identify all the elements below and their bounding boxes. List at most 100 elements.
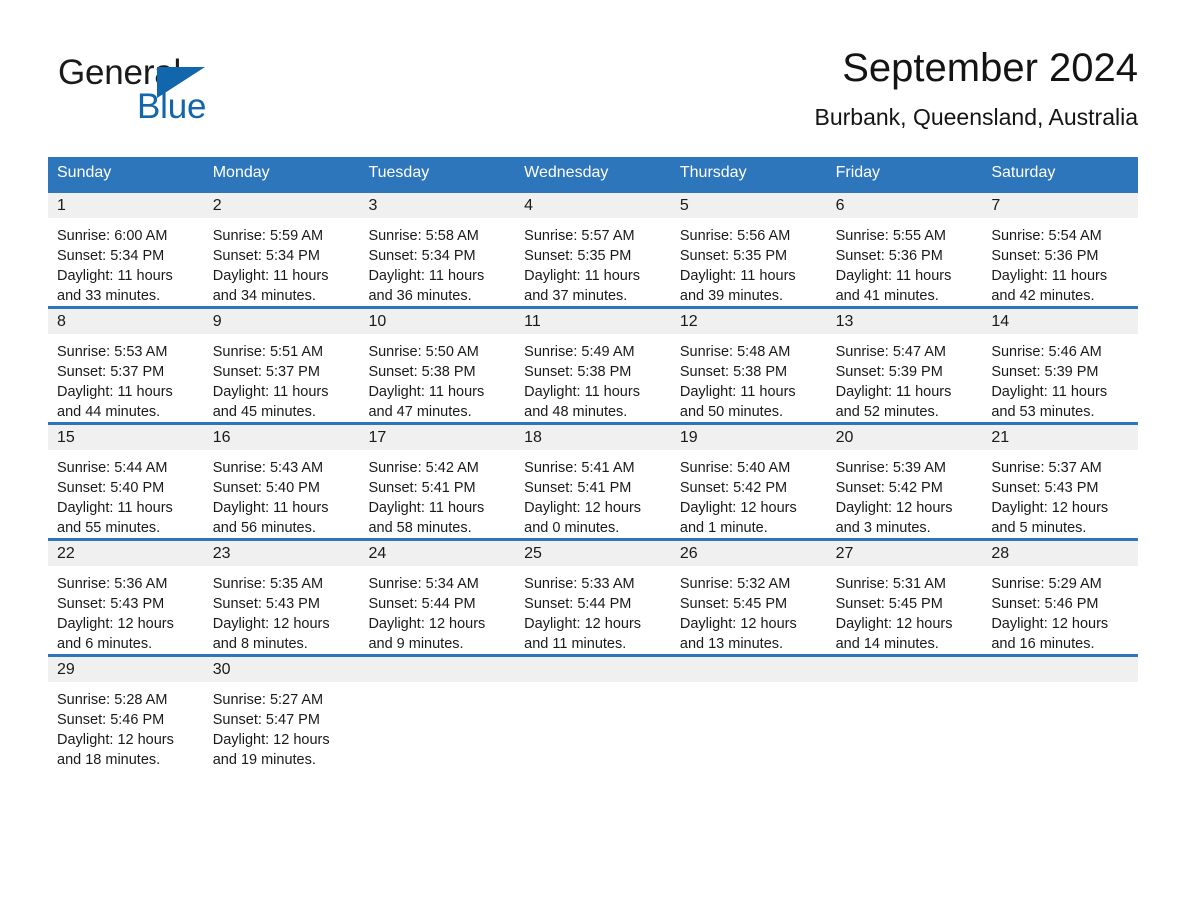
day-cell[interactable]: 29 Sunrise: 5:28 AM Sunset: 5:46 PM Dayl… (48, 657, 204, 770)
sunset-text: Sunset: 5:35 PM (679, 248, 788, 264)
day-cell[interactable]: 30 Sunrise: 5:27 AM Sunset: 5:47 PM Dayl… (203, 657, 360, 770)
daylight-text-line1: Daylight: 11 hours (991, 384, 1108, 400)
sunrise-text: Sunrise: 5:47 AM (835, 344, 947, 360)
day-cell-empty (515, 657, 671, 770)
sunrise-text: Sunrise: 5:27 AM (212, 692, 324, 708)
day-cell[interactable]: 19 Sunrise: 5:40 AM Sunset: 5:42 PM Dayl… (670, 425, 827, 538)
day-cell[interactable]: 11 Sunrise: 5:49 AM Sunset: 5:38 PM Dayl… (515, 309, 671, 422)
day-details: Sunrise: 5:34 AM Sunset: 5:44 PM Dayligh… (359, 566, 515, 654)
daylight-text-line2: and 34 minutes. (212, 288, 316, 304)
day-details (515, 682, 671, 767)
day-cell[interactable]: 27 Sunrise: 5:31 AM Sunset: 5:45 PM Dayl… (826, 541, 983, 654)
sunset-text: Sunset: 5:41 PM (524, 480, 632, 496)
daylight-text-line2: and 53 minutes. (991, 404, 1095, 420)
day-cell[interactable]: 7 Sunrise: 5:54 AM Sunset: 5:36 PM Dayli… (982, 193, 1139, 306)
day-number: 6 (826, 193, 983, 218)
day-cell[interactable]: 4 Sunrise: 5:57 AM Sunset: 5:35 PM Dayli… (515, 193, 671, 306)
day-cell[interactable]: 28 Sunrise: 5:29 AM Sunset: 5:46 PM Dayl… (982, 541, 1139, 654)
daylight-text-line1: Daylight: 11 hours (212, 268, 329, 284)
daylight-text-line1: Daylight: 11 hours (368, 268, 485, 284)
day-cell[interactable]: 10 Sunrise: 5:50 AM Sunset: 5:38 PM Dayl… (359, 309, 516, 422)
daylight-text-line1: Daylight: 11 hours (212, 384, 329, 400)
sunset-text: Sunset: 5:34 PM (212, 248, 320, 264)
daylight-text-line1: Daylight: 12 hours (212, 616, 330, 632)
day-cell[interactable]: 13 Sunrise: 5:47 AM Sunset: 5:39 PM Dayl… (826, 309, 983, 422)
day-cell[interactable]: 9 Sunrise: 5:51 AM Sunset: 5:37 PM Dayli… (203, 309, 360, 422)
day-number: 15 (48, 425, 204, 450)
day-number (515, 657, 671, 682)
day-details: Sunrise: 5:33 AM Sunset: 5:44 PM Dayligh… (515, 566, 671, 654)
day-cell[interactable]: 22 Sunrise: 5:36 AM Sunset: 5:43 PM Dayl… (48, 541, 204, 654)
weekday-header-row: Sunday Monday Tuesday Wednesday Thursday… (48, 157, 1138, 190)
sunrise-text: Sunrise: 5:33 AM (524, 576, 635, 592)
week-row: 29 Sunrise: 5:28 AM Sunset: 5:46 PM Dayl… (48, 654, 1139, 770)
sunset-text: Sunset: 5:34 PM (57, 248, 165, 264)
sunrise-text: Sunrise: 5:46 AM (991, 344, 1102, 360)
day-cell[interactable]: 12 Sunrise: 5:48 AM Sunset: 5:38 PM Dayl… (670, 309, 827, 422)
day-cell[interactable]: 23 Sunrise: 5:35 AM Sunset: 5:43 PM Dayl… (203, 541, 360, 654)
day-details: Sunrise: 5:54 AM Sunset: 5:36 PM Dayligh… (982, 218, 1138, 306)
daylight-text-line1: Daylight: 11 hours (524, 268, 640, 284)
day-cell[interactable]: 8 Sunrise: 5:53 AM Sunset: 5:37 PM Dayli… (48, 309, 204, 422)
day-cell[interactable]: 25 Sunrise: 5:33 AM Sunset: 5:44 PM Dayl… (515, 541, 671, 654)
sunset-text: Sunset: 5:36 PM (991, 248, 1099, 264)
day-number: 22 (48, 541, 204, 566)
day-cell[interactable]: 24 Sunrise: 5:34 AM Sunset: 5:44 PM Dayl… (359, 541, 516, 654)
sunrise-text: Sunrise: 5:56 AM (679, 228, 791, 244)
sunset-text: Sunset: 5:39 PM (991, 364, 1099, 380)
daylight-text-line1: Daylight: 12 hours (524, 500, 642, 516)
daylight-text-line1: Daylight: 11 hours (368, 500, 485, 516)
daylight-text-line1: Daylight: 12 hours (991, 616, 1109, 632)
day-number: 10 (359, 309, 516, 334)
sunrise-text: Sunrise: 5:37 AM (991, 460, 1102, 476)
day-cell[interactable]: 18 Sunrise: 5:41 AM Sunset: 5:41 PM Dayl… (515, 425, 671, 538)
day-details: Sunrise: 5:39 AM Sunset: 5:42 PM Dayligh… (827, 450, 983, 538)
week-row: 8 Sunrise: 5:53 AM Sunset: 5:37 PM Dayli… (48, 306, 1139, 422)
day-number: 17 (359, 425, 516, 450)
daylight-text-line1: Daylight: 12 hours (212, 732, 330, 748)
day-cell-empty (359, 657, 516, 770)
day-number: 28 (982, 541, 1139, 566)
day-cell[interactable]: 17 Sunrise: 5:42 AM Sunset: 5:41 PM Dayl… (359, 425, 516, 538)
day-number (359, 657, 516, 682)
day-details: Sunrise: 5:32 AM Sunset: 5:45 PM Dayligh… (671, 566, 827, 654)
day-details: Sunrise: 5:31 AM Sunset: 5:45 PM Dayligh… (827, 566, 983, 654)
daylight-text-line2: and 55 minutes. (57, 520, 161, 536)
sunrise-text: Sunrise: 5:58 AM (368, 228, 479, 244)
logo-text-blue: Blue (137, 87, 207, 126)
daylight-text-line2: and 48 minutes. (524, 404, 628, 420)
day-number: 11 (515, 309, 671, 334)
day-cell[interactable]: 3 Sunrise: 5:58 AM Sunset: 5:34 PM Dayli… (359, 193, 516, 306)
daylight-text-line1: Daylight: 12 hours (679, 616, 797, 632)
day-cell[interactable]: 14 Sunrise: 5:46 AM Sunset: 5:39 PM Dayl… (982, 309, 1139, 422)
day-cell[interactable]: 20 Sunrise: 5:39 AM Sunset: 5:42 PM Dayl… (826, 425, 983, 538)
general-blue-logo[interactable]: General Blue (58, 54, 298, 134)
day-cell[interactable]: 2 Sunrise: 5:59 AM Sunset: 5:34 PM Dayli… (203, 193, 360, 306)
day-details: Sunrise: 5:53 AM Sunset: 5:37 PM Dayligh… (48, 334, 204, 422)
day-details: Sunrise: 5:41 AM Sunset: 5:41 PM Dayligh… (515, 450, 671, 538)
sunrise-text: Sunrise: 5:29 AM (991, 576, 1102, 592)
daylight-text-line2: and 13 minutes. (679, 636, 784, 652)
day-cell[interactable]: 1 Sunrise: 6:00 AM Sunset: 5:34 PM Dayli… (48, 193, 204, 306)
day-cell[interactable]: 21 Sunrise: 5:37 AM Sunset: 5:43 PM Dayl… (982, 425, 1139, 538)
weekday-header-monday: Monday (212, 164, 270, 181)
sunrise-text: Sunrise: 5:41 AM (524, 460, 635, 476)
sunrise-text: Sunrise: 5:36 AM (57, 576, 168, 592)
day-cell[interactable]: 6 Sunrise: 5:55 AM Sunset: 5:36 PM Dayli… (826, 193, 983, 306)
weekday-header-tuesday: Tuesday (368, 164, 430, 181)
day-number: 1 (48, 193, 204, 218)
week-row: 1 Sunrise: 6:00 AM Sunset: 5:34 PM Dayli… (48, 190, 1139, 306)
calendar-page: General Blue September 2024 Burbank, Que… (0, 0, 1188, 918)
day-number: 23 (203, 541, 360, 566)
daylight-text-line1: Daylight: 11 hours (835, 268, 952, 284)
day-cell[interactable]: 15 Sunrise: 5:44 AM Sunset: 5:40 PM Dayl… (48, 425, 204, 538)
day-cell[interactable]: 16 Sunrise: 5:43 AM Sunset: 5:40 PM Dayl… (203, 425, 360, 538)
daylight-text-line2: and 3 minutes. (835, 520, 931, 536)
day-details: Sunrise: 5:44 AM Sunset: 5:40 PM Dayligh… (48, 450, 204, 538)
sunrise-text: Sunrise: 5:28 AM (57, 692, 168, 708)
day-cell[interactable]: 26 Sunrise: 5:32 AM Sunset: 5:45 PM Dayl… (670, 541, 827, 654)
day-cell[interactable]: 5 Sunrise: 5:56 AM Sunset: 5:35 PM Dayli… (670, 193, 827, 306)
day-details (982, 682, 1138, 767)
day-details: Sunrise: 5:36 AM Sunset: 5:43 PM Dayligh… (48, 566, 204, 654)
sunrise-text: Sunrise: 5:43 AM (212, 460, 324, 476)
